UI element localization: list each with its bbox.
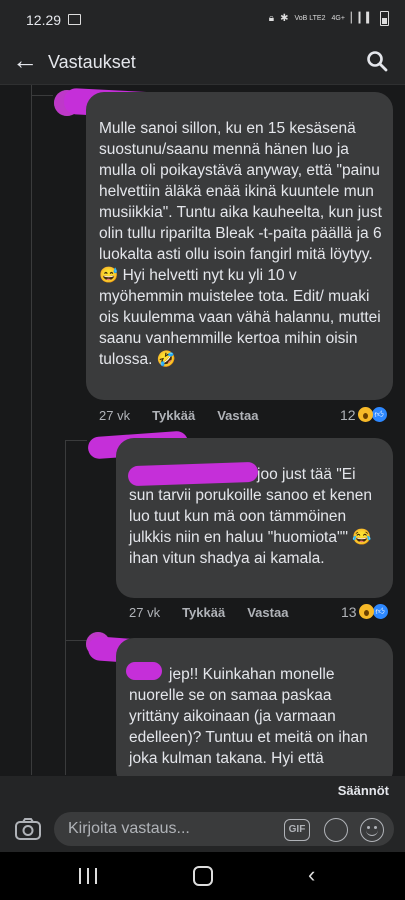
gallery-notification-icon [68, 14, 81, 25]
comment-bubble[interactable]: Mulle sanoi sillon, ku en 15 kesäsenä su… [86, 92, 393, 400]
comment-time: 27 vk [129, 605, 161, 620]
status-icons: 🔒︎ ✱ VoB LTE2 4G+ ▏▎▍ [269, 11, 389, 26]
thread-line [31, 95, 53, 96]
lock-icon: 🔒︎ [268, 13, 275, 24]
wow-reaction-icon [358, 604, 374, 619]
reply-button[interactable]: Vastaa [247, 605, 288, 620]
status-time: 12.29 [26, 12, 62, 28]
thread-line [65, 440, 87, 441]
comment-actions: 27 vk Tykkää Vastaa [129, 605, 310, 620]
chevron-left-icon[interactable]: ‹ [308, 864, 328, 886]
like-button[interactable]: Tykkää [152, 408, 195, 423]
app-bar: ← Vastaukset [0, 40, 405, 85]
emoji-icon[interactable] [360, 818, 384, 842]
reply-input-wrapper: GIF [54, 812, 394, 846]
battery-icon [380, 11, 389, 26]
arrow-left-icon[interactable]: ← [12, 47, 38, 74]
home-icon[interactable] [193, 866, 213, 886]
rules-bar: Säännöt [0, 776, 405, 806]
reply-composer: GIF [0, 806, 405, 852]
reaction-count: 13 [341, 603, 357, 620]
rules-link[interactable]: Säännöt [338, 783, 389, 798]
like-reaction-icon: 👍︎ [371, 603, 389, 620]
comment-text: jep!! Kuinkahan monelle nuorelle se on s… [129, 666, 368, 767]
comment-text: Mulle sanoi sillon, ku en 15 kesäsenä su… [99, 120, 382, 368]
comment-time: 27 vk [99, 408, 131, 423]
gif-icon[interactable]: GIF [284, 819, 310, 841]
reaction-summary[interactable]: 12 👍︎ [340, 406, 388, 423]
thread-line [31, 85, 32, 775]
like-reaction-icon: 👍︎ [370, 406, 388, 423]
system-nav-bar: ‹ [0, 852, 405, 900]
wow-reaction-icon [357, 407, 373, 422]
search-icon[interactable] [365, 49, 389, 73]
thread-line [65, 640, 87, 641]
reaction-summary[interactable]: 13 👍︎ [341, 603, 389, 620]
network-label: VoB LTE2 [294, 15, 326, 22]
status-bar: 12.29 🔒︎ ✱ VoB LTE2 4G+ ▏▎▍ [0, 0, 405, 40]
network-type: 4G+ [331, 15, 345, 22]
reaction-count: 12 [340, 406, 356, 423]
camera-icon[interactable] [14, 816, 42, 842]
bluetooth-icon: ✱ [280, 13, 289, 24]
reply-button[interactable]: Vastaa [217, 408, 258, 423]
thread-line [65, 440, 66, 775]
sticker-icon[interactable] [324, 818, 348, 842]
comment-actions: 27 vk Tykkää Vastaa [99, 408, 280, 423]
like-button[interactable]: Tykkää [182, 605, 225, 620]
page-title: Vastaukset [48, 52, 136, 72]
signal-icon: ▏▎▍ [350, 13, 374, 24]
recent-apps-icon[interactable] [79, 868, 97, 884]
comment-bubble[interactable]: jep!! Kuinkahan monelle nuorelle se on s… [116, 638, 393, 788]
comment-text: joo just tää "Ei sun tarvii porukoille s… [129, 466, 372, 567]
reply-input[interactable] [68, 812, 268, 846]
comment-bubble[interactable]: joo just tää "Ei sun tarvii porukoille s… [116, 438, 393, 598]
